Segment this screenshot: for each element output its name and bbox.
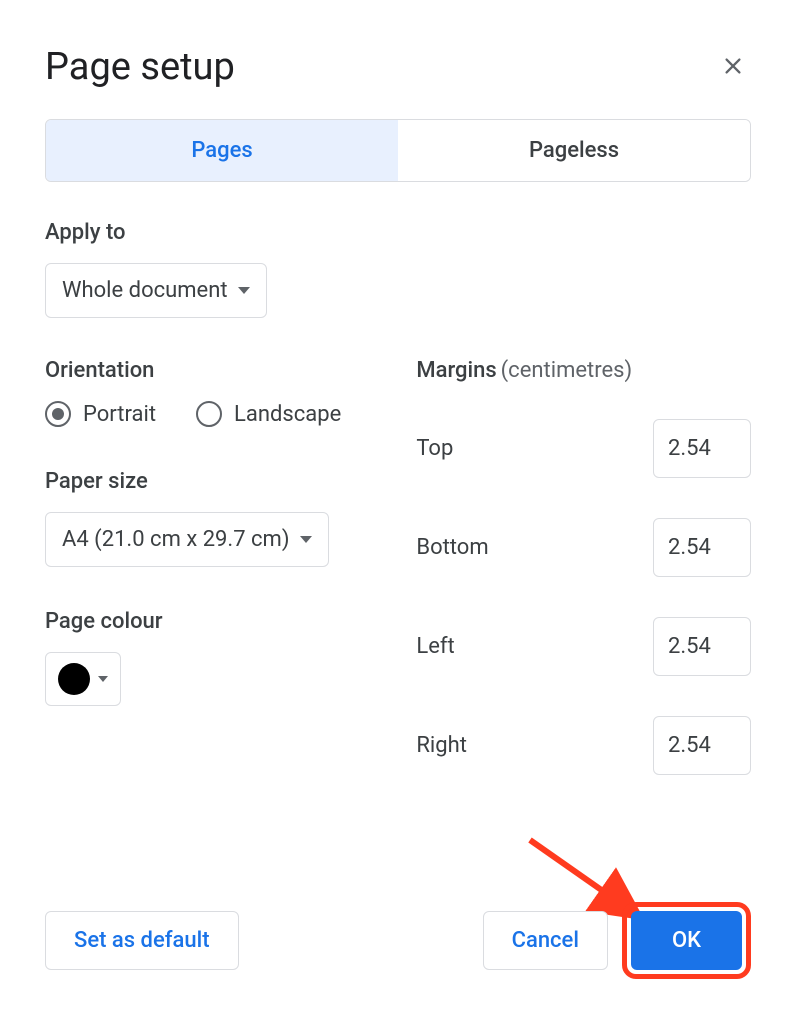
apply-to-value: Whole document [62,278,228,303]
radio-icon [45,401,71,427]
ok-button[interactable]: OK [631,911,742,970]
chevron-down-icon [300,536,312,543]
close-button[interactable] [715,49,751,85]
apply-to-dropdown[interactable]: Whole document [45,263,267,318]
radio-icon [196,401,222,427]
margin-bottom-label: Bottom [416,535,488,560]
ok-highlight-annotation: OK [622,902,751,979]
margin-left-label: Left [416,634,454,659]
margin-bottom-input[interactable] [653,518,751,577]
tab-pageless[interactable]: Pageless [398,120,750,181]
paper-size-label: Paper size [45,469,396,494]
margin-right-label: Right [416,733,467,758]
chevron-down-icon [98,676,108,682]
margin-top-label: Top [416,436,453,461]
cancel-button[interactable]: Cancel [483,911,608,970]
dialog-title: Page setup [45,45,235,89]
tab-pages[interactable]: Pages [46,120,398,181]
radio-portrait-label: Portrait [83,402,156,427]
paper-size-dropdown[interactable]: A4 (21.0 cm x 29.7 cm) [45,512,329,567]
margins-label: Margins [416,358,496,383]
set-as-default-button[interactable]: Set as default [45,911,239,970]
radio-portrait[interactable]: Portrait [45,401,156,427]
radio-landscape-label: Landscape [234,402,341,427]
tab-group: Pages Pageless [45,119,751,182]
page-colour-dropdown[interactable] [45,652,121,706]
page-colour-label: Page colour [45,609,396,634]
apply-to-label: Apply to [45,220,751,245]
close-icon [722,51,744,84]
margin-right-input[interactable] [653,716,751,775]
margin-top-input[interactable] [653,419,751,478]
orientation-label: Orientation [45,358,396,383]
margins-unit: (centimetres) [501,358,633,383]
paper-size-value: A4 (21.0 cm x 29.7 cm) [62,527,290,552]
margin-left-input[interactable] [653,617,751,676]
radio-landscape[interactable]: Landscape [196,401,341,427]
colour-swatch-icon [58,663,90,695]
chevron-down-icon [238,287,250,294]
